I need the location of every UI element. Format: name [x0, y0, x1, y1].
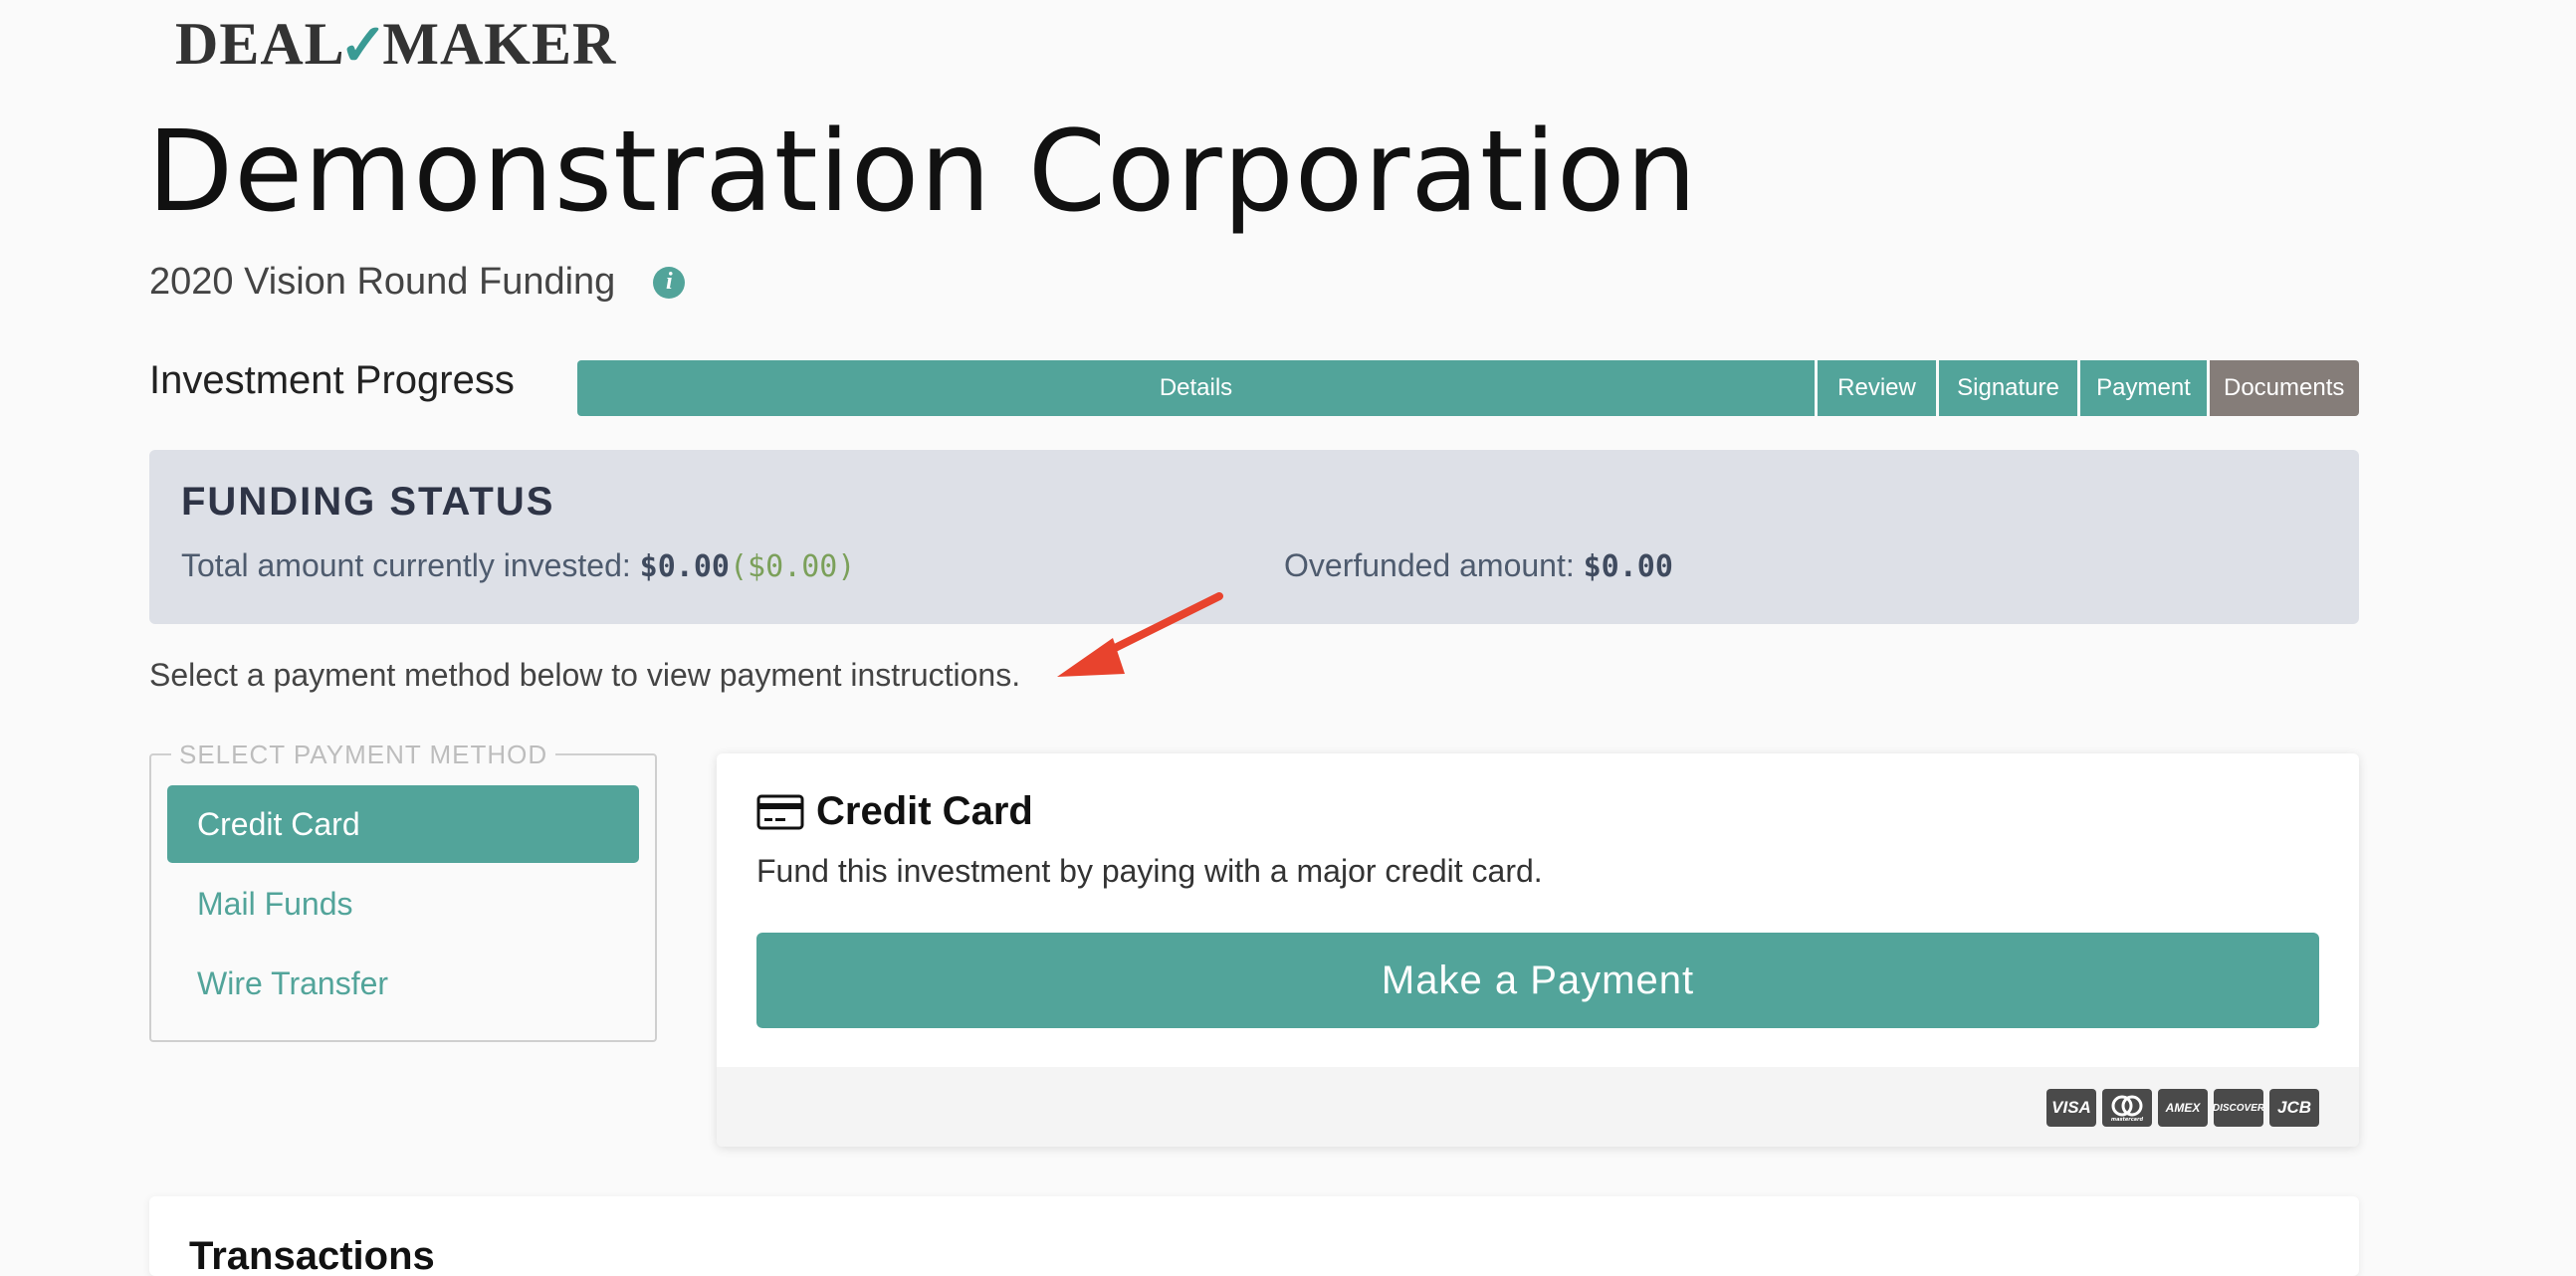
payment-instruction-text: Select a payment method below to view pa…: [149, 657, 1021, 693]
payment-method-selector: SELECT PAYMENT METHOD Credit Card Mail F…: [149, 740, 657, 1042]
total-invested-label: Total amount currently invested:: [181, 547, 631, 583]
amex-icon: AMEX: [2158, 1089, 2208, 1127]
investment-progress-bar: Details Review Signature Payment Documen…: [577, 360, 2359, 416]
payment-method-legend: SELECT PAYMENT METHOD: [171, 740, 556, 770]
svg-text:mastercard: mastercard: [2111, 1117, 2144, 1123]
dealmaker-logo: DEAL ✓ MAKER: [175, 11, 617, 78]
funding-status-title: FUNDING STATUS: [181, 480, 555, 524]
progress-step-details[interactable]: Details: [577, 360, 1818, 416]
progress-step-documents[interactable]: Documents: [2210, 360, 2359, 416]
discover-icon: DISCOVER: [2213, 1089, 2264, 1127]
round-name-row: 2020 Vision Round Funding i: [149, 261, 686, 304]
overfunded-value: $0.00: [1583, 549, 1673, 584]
payment-method-mail-funds[interactable]: Mail Funds: [167, 865, 639, 943]
jcb-icon: JCB: [2269, 1089, 2319, 1127]
credit-card-panel: Credit Card Fund this investment by payi…: [717, 753, 2359, 1147]
card-brands-footer: VISA mastercard AMEX DISCOVER JCB: [717, 1067, 2359, 1147]
funding-status-panel: FUNDING STATUS Total amount currently in…: [149, 450, 2359, 624]
credit-card-icon: [756, 794, 804, 829]
annotation-arrow-icon: [1057, 592, 1223, 677]
credit-card-panel-title: Credit Card: [756, 789, 1033, 834]
company-name: Demonstration Corporation: [147, 107, 1698, 237]
payment-method-wire-transfer[interactable]: Wire Transfer: [167, 945, 639, 1022]
info-icon[interactable]: i: [653, 266, 686, 299]
progress-step-signature[interactable]: Signature: [1939, 360, 2080, 416]
progress-step-payment[interactable]: Payment: [2080, 360, 2210, 416]
overfunded-label: Overfunded amount:: [1284, 547, 1575, 583]
payment-method-credit-card[interactable]: Credit Card: [167, 785, 639, 863]
mastercard-icon: mastercard: [2102, 1089, 2152, 1127]
investment-progress-label: Investment Progress: [149, 358, 515, 402]
round-name: 2020 Vision Round Funding: [149, 261, 616, 303]
card-brands: VISA mastercard AMEX DISCOVER JCB: [2046, 1089, 2319, 1127]
credit-card-description: Fund this investment by paying with a ma…: [756, 853, 1543, 889]
total-invested-value: $0.00: [639, 549, 730, 584]
progress-step-review[interactable]: Review: [1818, 360, 1939, 416]
visa-icon: VISA: [2046, 1089, 2096, 1127]
total-invested-pending: ($0.00): [729, 549, 856, 584]
transactions-panel: Transactions: [149, 1196, 2359, 1276]
make-payment-button[interactable]: Make a Payment: [756, 933, 2319, 1028]
transactions-title: Transactions: [189, 1234, 435, 1276]
overfunded-amount: Overfunded amount: $0.00: [1284, 547, 1673, 584]
total-invested: Total amount currently invested: $0.00($…: [181, 547, 855, 584]
